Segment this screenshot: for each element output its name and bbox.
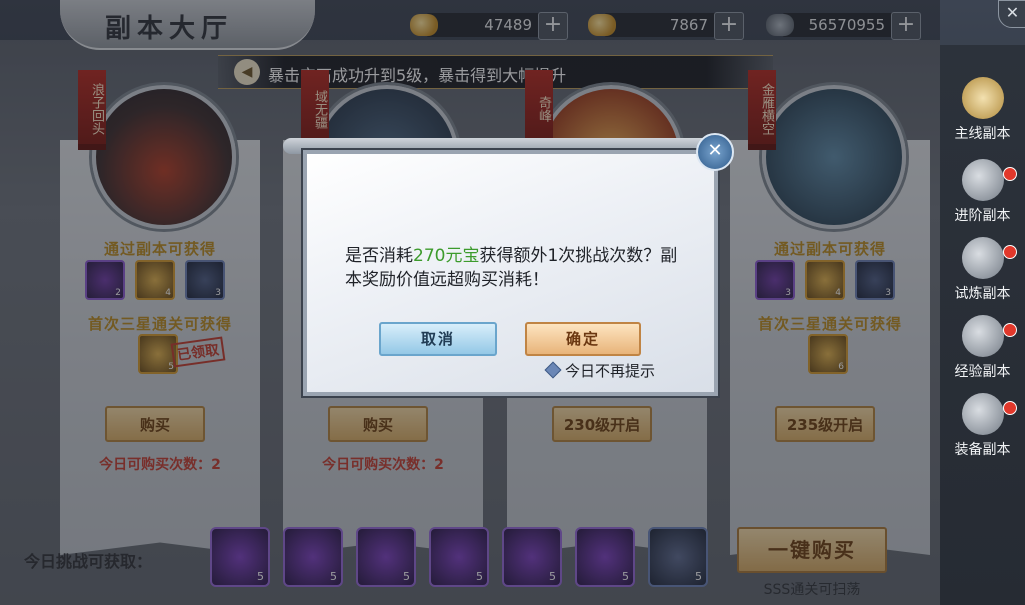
dungeon-hall-screen: 副本大厅 47489 + 7867 + 56570955 + ✕ ◀ 暴击宝石成…: [0, 0, 1025, 605]
nav-label: 进阶副本: [954, 208, 1011, 224]
nav-exp-dungeon[interactable]: 经验副本: [940, 313, 1025, 389]
demon-mask-icon: [962, 237, 1004, 279]
warrior-icon: [962, 159, 1004, 201]
confirm-button[interactable]: 确定: [525, 322, 641, 356]
nav-equip-dungeon[interactable]: 装备副本: [940, 391, 1025, 467]
dialog-message: 是否消耗270元宝获得额外1次挑战次数？副本奖励价值远超购买消耗！: [345, 246, 678, 290]
nav-label: 试炼副本: [954, 286, 1011, 302]
nav-label: 经验副本: [954, 364, 1011, 380]
red-dot-badge: [1003, 167, 1017, 181]
dialog-close-icon[interactable]: ✕: [696, 133, 734, 171]
nav-label: 主线副本: [954, 126, 1011, 142]
red-dot-badge: [1003, 245, 1017, 259]
price-highlight: 270元宝: [413, 246, 480, 266]
nav-main-dungeon[interactable]: 主线副本: [940, 75, 1025, 151]
red-dot-badge: [1003, 401, 1017, 415]
side-nav: 主线副本 进阶副本 试炼副本 经验副本 装备副本: [940, 45, 1025, 605]
flag-icon: [962, 77, 1004, 119]
dont-remind-toggle[interactable]: 今日不再提示: [544, 360, 655, 381]
gear-shield-icon: [962, 393, 1004, 435]
red-dot-badge: [1003, 323, 1017, 337]
nav-label: 装备副本: [954, 442, 1011, 458]
close-icon[interactable]: ✕: [998, 0, 1025, 28]
checkbox-diamond-icon: [544, 361, 562, 379]
purchase-confirm-dialog: 是否消耗270元宝获得额外1次挑战次数？副本奖励价值远超购买消耗！ 取消 确定 …: [303, 150, 718, 396]
dragon-icon: [962, 315, 1004, 357]
nav-trial-dungeon[interactable]: 试炼副本: [940, 235, 1025, 311]
nav-advanced-dungeon[interactable]: 进阶副本: [940, 157, 1025, 233]
cancel-button[interactable]: 取消: [379, 322, 497, 356]
